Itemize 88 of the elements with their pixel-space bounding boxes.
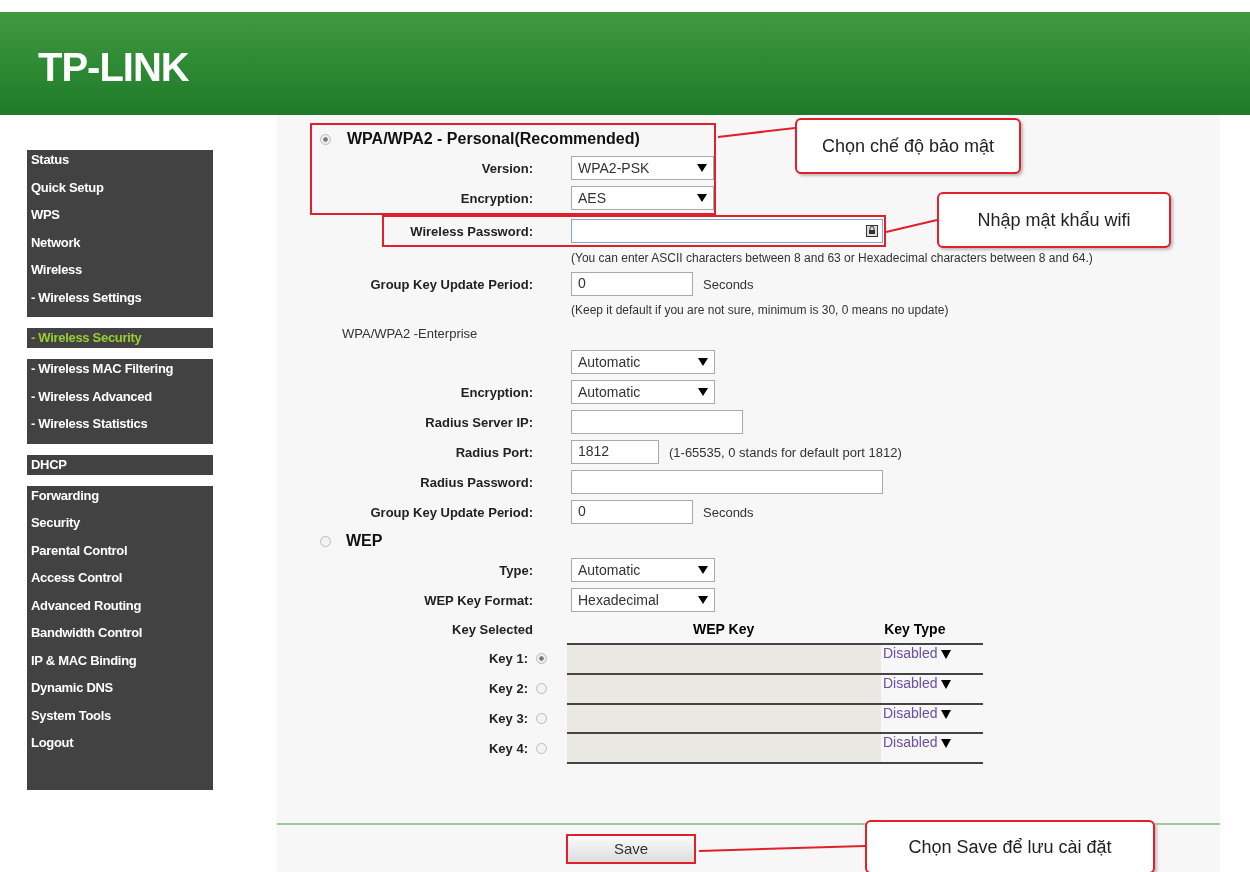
- field-label: WEP Key Format:: [423, 592, 533, 608]
- dropdown[interactable]: AES: [571, 186, 714, 210]
- dropdown[interactable]: Automatic: [571, 380, 715, 404]
- field-label: Radius Server IP:: [424, 414, 533, 430]
- key-label: Key 4:: [488, 740, 528, 756]
- input-field[interactable]: 0: [571, 500, 693, 524]
- callout: Chọn chế độ bảo mật: [795, 118, 1021, 174]
- caret-icon: [698, 358, 708, 366]
- field-label: Encryption:: [459, 384, 533, 400]
- caret-icon: [941, 738, 952, 748]
- caret-icon: [698, 566, 708, 574]
- menu-item[interactable]: Advanced Routing: [27, 596, 213, 624]
- dropdown[interactable]: WPA2-PSK: [571, 156, 714, 180]
- key-field[interactable]: [567, 645, 881, 673]
- key-field[interactable]: [567, 675, 881, 703]
- unit-text: (1-65535, 0 stands for default port 1812): [669, 444, 902, 460]
- menu-item[interactable]: Wireless: [27, 261, 213, 289]
- menu-item[interactable]: Network: [27, 233, 213, 261]
- menu-item[interactable]: Logout: [27, 734, 213, 762]
- caret-icon: [698, 596, 708, 604]
- menu-item[interactable]: Parental Control: [27, 541, 213, 569]
- key-label: Key 2:: [488, 680, 528, 696]
- caret-icon: [941, 679, 952, 689]
- field-label: Group Key Update Period:: [369, 276, 533, 292]
- field-label: Group Key Update Period:: [369, 504, 533, 520]
- menu-item[interactable]: Bandwidth Control: [27, 624, 213, 652]
- callout: Nhập mật khẩu wifi: [937, 192, 1171, 248]
- column-header: Key Type: [884, 621, 946, 637]
- dropdown[interactable]: Automatic: [571, 558, 715, 582]
- password-field[interactable]: [571, 219, 883, 243]
- section-title: WEP: [346, 532, 383, 550]
- callout: Chọn Save để lưu cài đặt: [865, 820, 1155, 872]
- key-type-dropdown[interactable]: Disabled: [881, 705, 952, 733]
- menu-item[interactable]: IP & MAC Binding: [27, 651, 213, 679]
- menu-item[interactable]: Forwarding: [27, 486, 213, 514]
- caret-icon: [941, 709, 952, 719]
- section-title: WPA/WPA2 -Enterprise: [342, 325, 479, 343]
- caret-icon: [697, 164, 707, 172]
- menu-item[interactable]: Dynamic DNS: [27, 679, 213, 707]
- input-field[interactable]: 1812: [571, 440, 659, 464]
- menu-item[interactable]: Quick Setup: [27, 178, 213, 206]
- menu-item[interactable]: - Wireless Security: [27, 329, 213, 347]
- hint-text: (You can enter ASCII characters between 8 and 63 or Hexadecimal characters between 8 and 64.): [571, 250, 1094, 267]
- section-title: WPA/WPA2 - Personal(Recommended): [347, 130, 640, 148]
- key-type-dropdown[interactable]: Disabled: [881, 675, 952, 703]
- menu-item[interactable]: Security: [27, 514, 213, 542]
- menu-item[interactable]: Status: [27, 151, 213, 179]
- menu-item[interactable]: DHCP: [27, 455, 213, 474]
- key-type-dropdown[interactable]: Disabled: [881, 645, 952, 673]
- menu-item[interactable]: Access Control: [27, 569, 213, 597]
- caret-icon: [697, 194, 707, 202]
- radio-button[interactable]: [536, 652, 547, 664]
- input-field[interactable]: [571, 410, 743, 434]
- caret-icon: [698, 388, 708, 396]
- unit-text: Seconds: [703, 276, 754, 292]
- menu-item[interactable]: System Tools: [27, 706, 213, 734]
- hint-text: (Keep it default if you are not sure, minimum is 30, 0 means no update): [571, 302, 950, 319]
- caret-icon: [941, 649, 952, 659]
- radio-button[interactable]: [536, 712, 547, 724]
- input-field[interactable]: [571, 470, 883, 494]
- radio-button[interactable]: [320, 133, 331, 145]
- field-label: Encryption:: [459, 190, 533, 206]
- logo: TP-LINK: [38, 44, 189, 91]
- save-button[interactable]: Save: [566, 833, 696, 864]
- field-label: Radius Port:: [454, 444, 533, 460]
- field-label: Version:: [480, 160, 533, 176]
- unit-text: Seconds: [703, 504, 754, 520]
- menu-item[interactable]: WPS: [27, 206, 213, 234]
- key-field[interactable]: [567, 705, 881, 733]
- input-field[interactable]: 0: [571, 272, 693, 296]
- key-label: Key 3:: [488, 710, 528, 726]
- key-type-dropdown[interactable]: Disabled: [881, 734, 952, 762]
- column-header: Key Selected: [451, 621, 533, 637]
- dropdown[interactable]: Automatic: [571, 350, 715, 374]
- menu-item[interactable]: - Wireless Settings: [27, 288, 213, 316]
- menu-item[interactable]: - Wireless Advanced: [27, 387, 213, 415]
- radio-button[interactable]: [320, 535, 331, 547]
- field-label: Wireless Password:: [409, 223, 533, 239]
- key-field[interactable]: [567, 734, 881, 762]
- radio-button[interactable]: [536, 742, 547, 754]
- radio-button[interactable]: [536, 682, 547, 694]
- menu-item[interactable]: - Wireless MAC Filtering: [27, 360, 213, 388]
- column-header: WEP Key: [693, 621, 755, 637]
- field-label: Radius Password:: [419, 474, 533, 490]
- field-label: Type:: [498, 562, 533, 578]
- key-label: Key 1:: [488, 650, 528, 666]
- menu-item[interactable]: - Wireless Statistics: [27, 415, 213, 443]
- dropdown[interactable]: Hexadecimal: [571, 588, 715, 612]
